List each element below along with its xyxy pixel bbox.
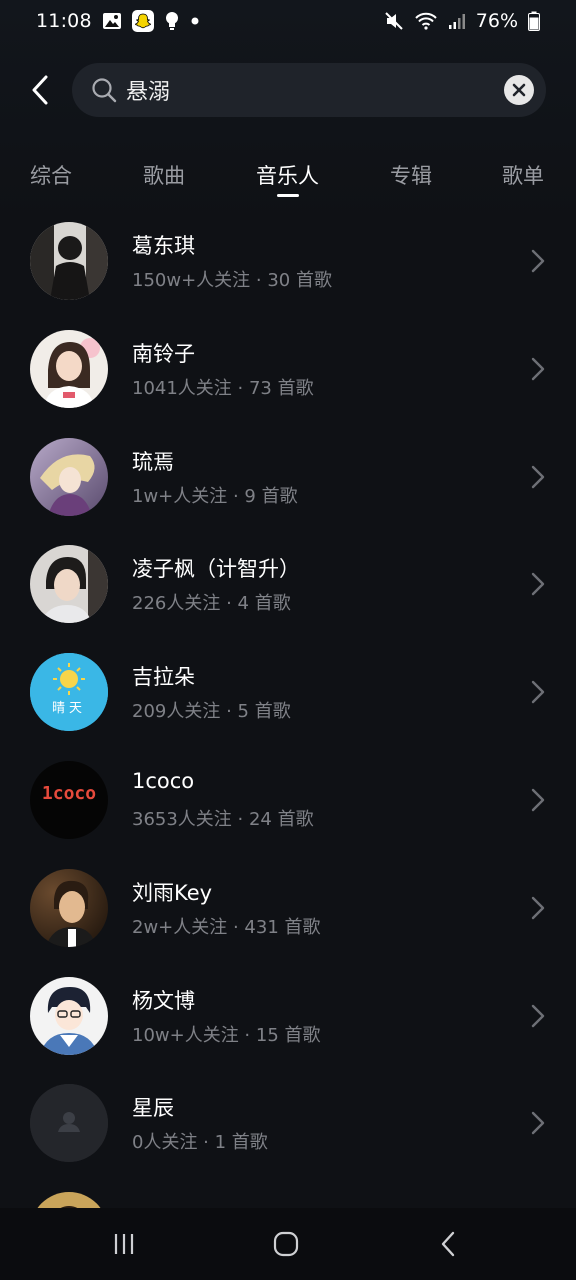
artist-meta: 10w+人关注 · 15 首歌 [132,1024,321,1046]
list-item[interactable]: 刘雨Key 2w+人关注 · 431 首歌 [0,855,576,963]
list-item[interactable]: 葛东琪 150w+人关注 · 30 首歌 [0,208,576,316]
snapchat-icon [131,10,154,32]
artist-name: 刘雨Key [132,880,213,905]
battery-percentage: 76% [475,10,518,32]
bulb-icon [164,11,180,31]
nav-back-button[interactable] [428,1228,468,1260]
home-icon [273,1231,299,1257]
tab-artists[interactable]: 音乐人 [256,160,319,190]
screen: 11:08 76% 悬溺 综合 歌曲 音乐人 专辑 歌单 葛东琪 150w+人关… [0,0,576,1280]
artist-name: 凌子枫（计智升） [132,557,300,582]
back-icon [441,1231,455,1257]
avatar [30,868,108,947]
chevron-left-icon [32,75,48,105]
system-nav-bar [0,1208,576,1280]
avatar-text: 晴天 [51,701,86,717]
back-button[interactable] [22,72,58,108]
list-item[interactable]: 杨文博 10w+人关注 · 15 首歌 [0,963,576,1071]
tab-songs[interactable]: 歌曲 [143,160,185,190]
signal-icon [448,12,466,30]
status-left: 11:08 [36,10,200,32]
recents-icon [114,1234,134,1254]
artist-name: 南铃子 [132,341,195,366]
chevron-right-icon [531,357,545,380]
artist-meta: 1w+人关注 · 9 首歌 [132,485,298,507]
artist-meta: 3653人关注 · 24 首歌 [132,808,314,830]
list-item[interactable]: 琉焉 1w+人关注 · 9 首歌 [0,424,576,532]
avatar [30,222,108,300]
status-right: 76% [384,10,540,32]
avatar: 晴天 [30,653,108,732]
home-button[interactable] [266,1228,306,1260]
artist-meta: 0人关注 · 1 首歌 [132,1132,268,1154]
default-avatar-icon [30,1084,108,1163]
artist-name: 葛东琪 [132,234,195,258]
chevron-right-icon [531,573,545,596]
chevron-right-icon [531,465,545,488]
status-bar: 11:08 76% [0,0,576,48]
search-box[interactable]: 悬溺 [72,63,546,117]
artist-name: 吉拉朵 [132,665,195,690]
chevron-right-icon [531,1112,545,1135]
avatar: 1coco [30,760,108,839]
list-item[interactable]: 星辰 0人关注 · 1 首歌 [0,1070,576,1178]
artist-name: 杨文博 [132,988,195,1013]
artist-meta: 2w+人关注 · 431 首歌 [132,916,321,938]
artist-name: 琉焉 [132,449,174,474]
artist-name: 1coco [132,768,195,793]
dot-icon [190,16,200,26]
search-header: 悬溺 [0,58,576,122]
wifi-icon [414,11,438,31]
tab-playlists[interactable]: 歌单 [502,160,544,190]
artist-meta: 150w+人关注 · 30 首歌 [132,270,332,291]
avatar [30,545,108,624]
artist-list: 葛东琪 150w+人关注 · 30 首歌 南铃子 1041人关注 · 73 首歌… [0,208,576,1208]
search-icon [90,76,118,104]
tab-albums[interactable]: 专辑 [390,160,432,190]
avatar [30,329,108,408]
artist-meta: 209人关注 · 5 首歌 [132,701,291,723]
artist-meta: 226人关注 · 4 首歌 [132,593,291,615]
close-icon [512,83,526,97]
search-tabs: 综合 歌曲 音乐人 专辑 歌单 [0,150,576,204]
search-input[interactable]: 悬溺 [126,74,546,106]
recents-button[interactable] [104,1228,144,1260]
chevron-right-icon [531,1004,545,1027]
avatar [30,976,108,1055]
list-item[interactable]: 晴天 吉拉朵 209人关注 · 5 首歌 [0,639,576,747]
clear-search-button[interactable] [504,75,534,105]
chevron-right-icon [531,788,545,812]
list-item[interactable]: 南铃子 1041人关注 · 73 首歌 [0,316,576,424]
list-item[interactable] [0,1178,576,1208]
mute-icon [384,11,404,31]
image-icon [102,11,122,31]
battery-icon [528,11,540,31]
artist-meta: 1041人关注 · 73 首歌 [132,377,314,399]
chevron-right-icon [531,896,545,919]
chevron-right-icon [531,680,545,704]
tab-comprehensive[interactable]: 综合 [30,160,72,190]
list-item[interactable]: 1coco 1coco 3653人关注 · 24 首歌 [0,747,576,855]
chevron-right-icon [531,249,545,273]
tab-indicator [277,194,299,197]
avatar [30,1192,108,1208]
avatar [30,437,108,516]
artist-name: 星辰 [132,1096,174,1121]
status-time: 11:08 [36,10,92,32]
list-item[interactable]: 凌子枫（计智升） 226人关注 · 4 首歌 [0,531,576,639]
avatar [30,1084,108,1163]
